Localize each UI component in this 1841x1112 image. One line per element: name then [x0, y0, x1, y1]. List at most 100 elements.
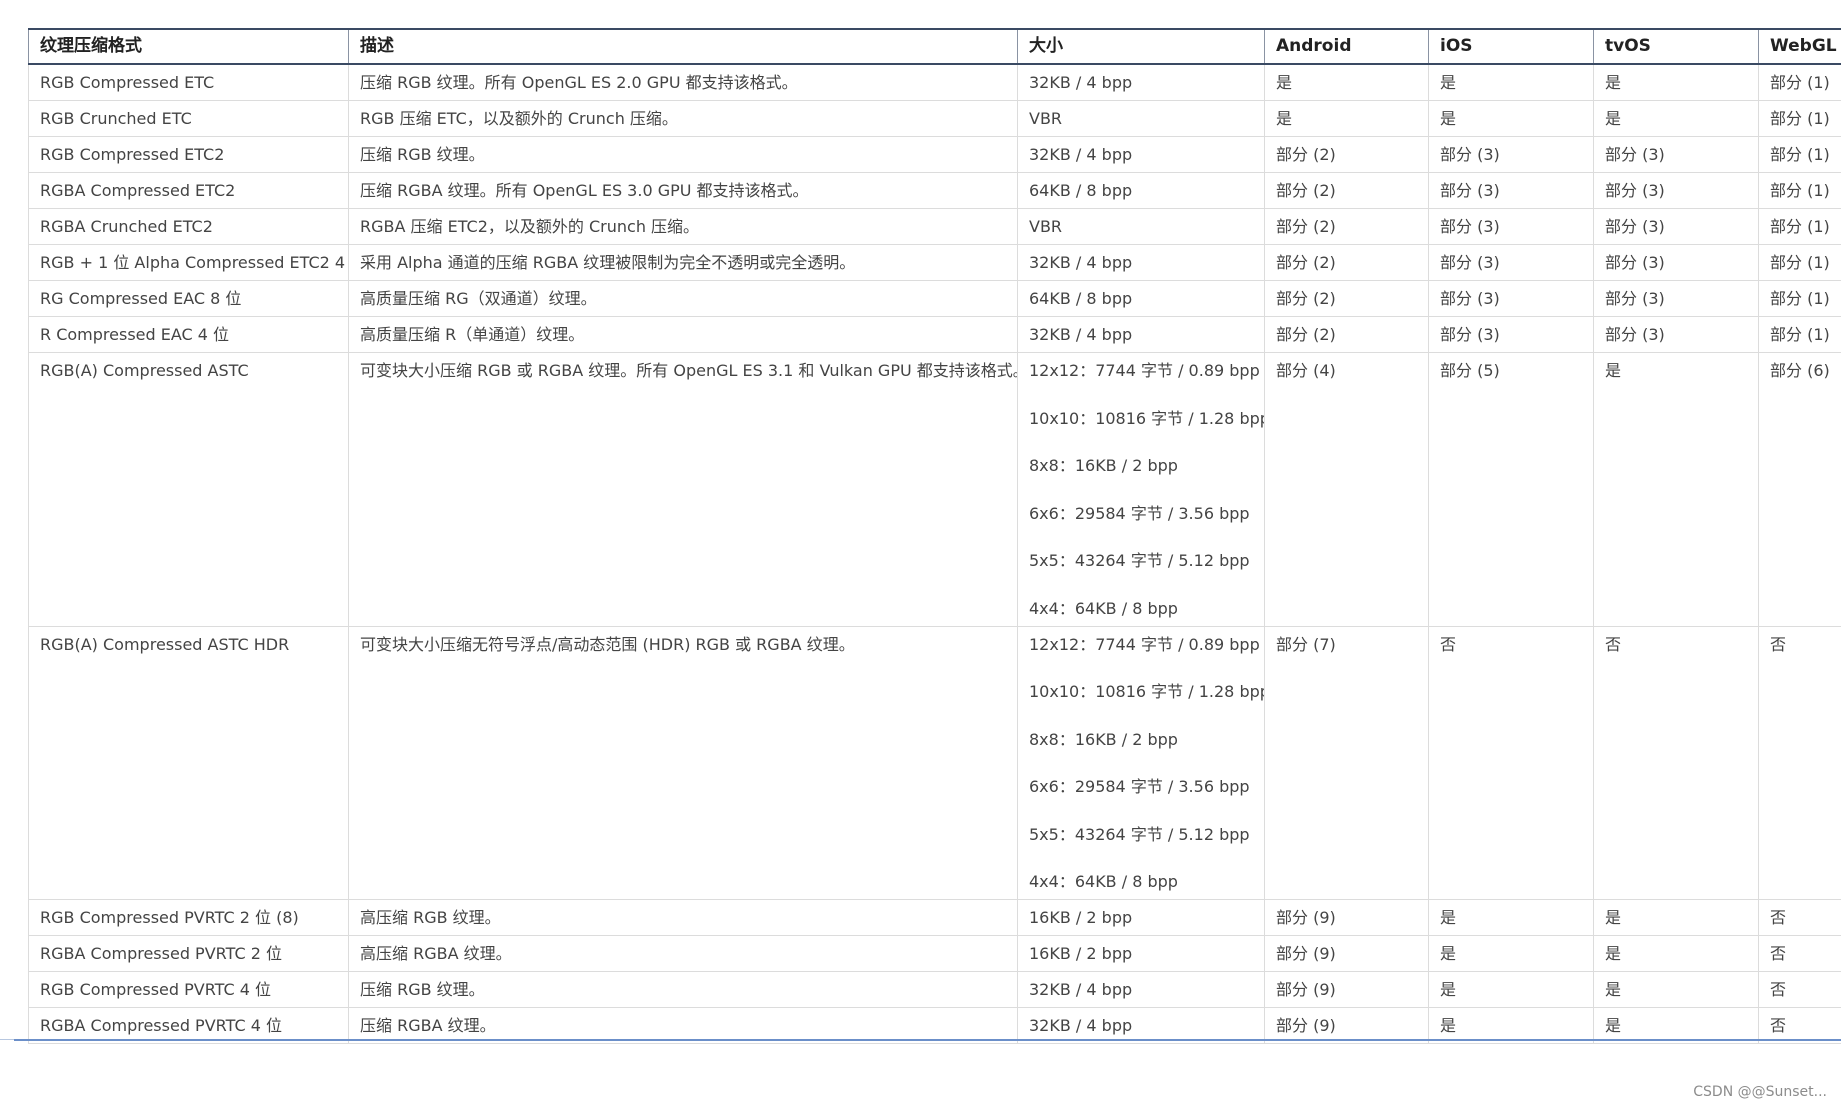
cell-webgl: 部分 (1) — [1758, 136, 1841, 173]
cell-size: 16KB / 2 bpp — [1017, 935, 1265, 972]
table-row: RGBA Crunched ETC2 RGBA 压缩 ETC2，以及额外的 Cru… — [28, 208, 1841, 245]
cell-size: 32KB / 4 bpp — [1017, 244, 1265, 281]
table-row: RGB Crunched ETC RGB 压缩 ETC，以及额外的 Crunch … — [28, 100, 1841, 137]
cell-size: 32KB / 4 bpp — [1017, 971, 1265, 1008]
size-line: 12x12：7744 字节 / 0.89 bpp — [1029, 361, 1260, 380]
cell-format: RGB(A) Compressed ASTC HDR — [28, 625, 349, 900]
cell-description: 压缩 RGB 纹理。所有 OpenGL ES 2.0 GPU 都支持该格式。 — [348, 63, 1018, 101]
cell-tvos: 是 — [1593, 100, 1759, 137]
cell-format: RG Compressed EAC 8 位 — [28, 280, 349, 317]
cell-android: 部分 (9) — [1264, 899, 1429, 936]
cell-size: 64KB / 8 bpp — [1017, 280, 1265, 317]
size-line: 5x5：43264 字节 / 5.12 bpp — [1029, 551, 1250, 570]
table-row: RG Compressed EAC 8 位高质量压缩 RG（双通道）纹理。 64K… — [28, 280, 1841, 317]
cell-format: RGBA Compressed PVRTC 2 位 — [28, 935, 349, 972]
cell-ios: 是 — [1428, 935, 1594, 972]
cell-tvos: 部分 (3) — [1593, 136, 1759, 173]
cell-tvos: 部分 (3) — [1593, 244, 1759, 281]
cell-size: 12x12：7744 字节 / 0.89 bpp 10x10：10816 字节 /… — [1017, 625, 1265, 900]
cell-webgl: 部分 (1) — [1758, 100, 1841, 137]
header-format: 纹理压缩格式 — [28, 28, 349, 65]
cell-size: 32KB / 4 bpp — [1017, 63, 1265, 101]
size-line: 5x5：43264 字节 / 5.12 bpp — [1029, 824, 1250, 844]
table-row: RGB(A) Compressed ASTC HDR 可变块大小压缩无符号浮点/高… — [28, 625, 1841, 900]
cell-webgl: 部分 (1) — [1758, 172, 1841, 209]
cell-format: RGB Compressed PVRTC 4 位 — [28, 971, 349, 1008]
table-row: RGBA Compressed ETC2 压缩 RGBA 纹理。所有 OpenGL… — [28, 172, 1841, 209]
size-line: 12x12：7744 字节 / 0.89 bpp — [1029, 634, 1260, 654]
cell-android: 部分 (2) — [1264, 316, 1429, 353]
cell-format: RGB Compressed ETC — [28, 63, 349, 101]
cell-tvos: 是 — [1593, 935, 1759, 972]
table-row: RGB + 1 位 Alpha Compressed ETC2 4 位采用 Al… — [28, 244, 1841, 281]
cell-webgl: 部分 (1) — [1758, 280, 1841, 317]
size-line: 10x10：10816 字节 / 1.28 bpp — [1029, 682, 1265, 701]
table-row: R Compressed EAC 4 位高质量压缩 R（单通道）纹理。 32KB … — [28, 316, 1841, 353]
cell-description: RGB 压缩 ETC，以及额外的 Crunch 压缩。 — [348, 100, 1018, 137]
cell-description: 高压缩 RGBA 纹理。 — [348, 935, 1018, 972]
cell-tvos: 部分 (3) — [1593, 208, 1759, 245]
cell-android: 部分 (2) — [1264, 244, 1429, 281]
cell-tvos: 是 — [1593, 63, 1759, 101]
cell-tvos: 部分 (3) — [1593, 316, 1759, 353]
size-line: 8x8：16KB / 2 bpp — [1029, 456, 1178, 475]
table-header: 纹理压缩格式 描述 大小 Android iOS tvOS WebGL — [28, 28, 1841, 65]
cell-android: 部分 (2) — [1264, 172, 1429, 209]
cell-webgl: 否 — [1758, 971, 1841, 1008]
table-row: RGB Compressed ETC2 压缩 RGB 纹理。 32KB / 4 bp… — [28, 136, 1841, 173]
cell-description: 可变块大小压缩 RGB 或 RGBA 纹理。所有 OpenGL ES 3.1 和… — [348, 352, 1018, 627]
table-row: RGB Compressed ETC 压缩 RGB 纹理。所有 OpenGL ES… — [28, 63, 1841, 101]
cell-android: 部分 (2) — [1264, 136, 1429, 173]
header-row: 纹理压缩格式 描述 大小 Android iOS tvOS WebGL — [28, 28, 1841, 65]
cell-description: 压缩 RGB 纹理。 — [348, 971, 1018, 1008]
cell-size: 32KB / 4 bpp — [1017, 136, 1265, 173]
cell-android: 部分 (9) — [1264, 971, 1429, 1008]
cell-size: 32KB / 4 bpp — [1017, 316, 1265, 353]
cell-size: 12x12：7744 字节 / 0.89 bpp 10x10：10816 字节 /… — [1017, 352, 1265, 627]
table-row: RGB Compressed PVRTC 4 位压缩 RGB 纹理。 32KB /… — [28, 971, 1841, 1008]
cell-webgl: 部分 (1) — [1758, 244, 1841, 281]
cell-ios: 是 — [1428, 899, 1594, 936]
cell-android: 部分 (4) — [1264, 352, 1429, 627]
cell-tvos: 部分 (3) — [1593, 280, 1759, 317]
cell-ios: 部分 (5) — [1428, 352, 1594, 627]
cell-android: 是 — [1264, 63, 1429, 101]
size-line: 4x4：64KB / 8 bpp — [1029, 598, 1178, 618]
table-row: RGBA Compressed PVRTC 2 位高压缩 RGBA 纹理。 16K… — [28, 935, 1841, 972]
bottom-divider — [14, 1039, 1841, 1041]
size-line: 4x4：64KB / 8 bpp — [1029, 872, 1178, 891]
cell-description: 采用 Alpha 通道的压缩 RGBA 纹理被限制为完全不透明或完全透明。 — [348, 244, 1018, 281]
header-ios: iOS — [1428, 28, 1594, 65]
cell-ios: 部分 (3) — [1428, 244, 1594, 281]
cell-android: 部分 (7) — [1264, 625, 1429, 900]
cell-format: R Compressed EAC 4 位 — [28, 316, 349, 353]
cell-tvos: 否 — [1593, 625, 1759, 900]
cell-size: VBR — [1017, 100, 1265, 137]
cell-format: RGB + 1 位 Alpha Compressed ETC2 4 位 — [28, 244, 349, 281]
cell-description: 压缩 RGBA 纹理。所有 OpenGL ES 3.0 GPU 都支持该格式。 — [348, 172, 1018, 209]
cell-ios: 是 — [1428, 100, 1594, 137]
cell-android: 部分 (9) — [1264, 935, 1429, 972]
cell-description: 高质量压缩 RG（双通道）纹理。 — [348, 280, 1018, 317]
cell-webgl: 否 — [1758, 625, 1841, 900]
cell-description: 高质量压缩 R（单通道）纹理。 — [348, 316, 1018, 353]
header-tvos: tvOS — [1593, 28, 1759, 65]
header-size: 大小 — [1017, 28, 1265, 65]
table-row: RGB(A) Compressed ASTC 可变块大小压缩 RGB 或 RGBA… — [28, 352, 1841, 627]
cell-webgl: 否 — [1758, 935, 1841, 972]
cell-format: RGB(A) Compressed ASTC — [28, 352, 349, 627]
cell-format: RGB Compressed ETC2 — [28, 136, 349, 173]
cell-webgl: 部分 (6) — [1758, 352, 1841, 627]
cell-format: RGBA Crunched ETC2 — [28, 208, 349, 245]
cell-ios: 部分 (3) — [1428, 280, 1594, 317]
table-row: RGB Compressed PVRTC 2 位 (8) 高压缩 RGB 纹理。 1… — [28, 899, 1841, 936]
header-webgl: WebGL — [1758, 28, 1841, 65]
cell-tvos: 是 — [1593, 899, 1759, 936]
cell-webgl: 部分 (1) — [1758, 63, 1841, 101]
cell-android: 部分 (2) — [1264, 280, 1429, 317]
cell-webgl: 部分 (1) — [1758, 208, 1841, 245]
watermark: CSDN @@Sunset... — [1693, 1084, 1827, 1100]
header-description: 描述 — [348, 28, 1018, 65]
cell-ios: 否 — [1428, 625, 1594, 900]
cell-size: VBR — [1017, 208, 1265, 245]
